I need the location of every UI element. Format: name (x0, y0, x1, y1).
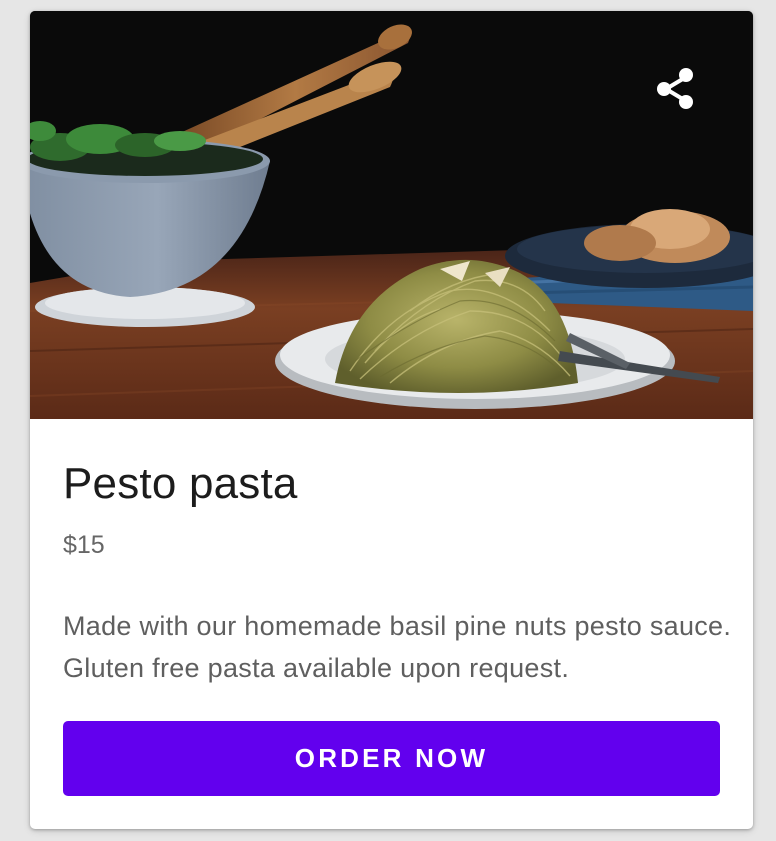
product-title: Pesto pasta (63, 459, 298, 508)
product-image (30, 11, 753, 419)
product-price: $15 (63, 531, 105, 559)
order-now-button[interactable]: ORDER NOW (63, 721, 720, 796)
share-icon (657, 68, 693, 109)
product-description: Made with our homemade basil pine nuts p… (63, 611, 732, 683)
pasta-photo (30, 11, 753, 419)
share-button[interactable] (650, 63, 702, 111)
product-card: Pesto pasta $15 Made with our homemade b… (30, 11, 753, 829)
